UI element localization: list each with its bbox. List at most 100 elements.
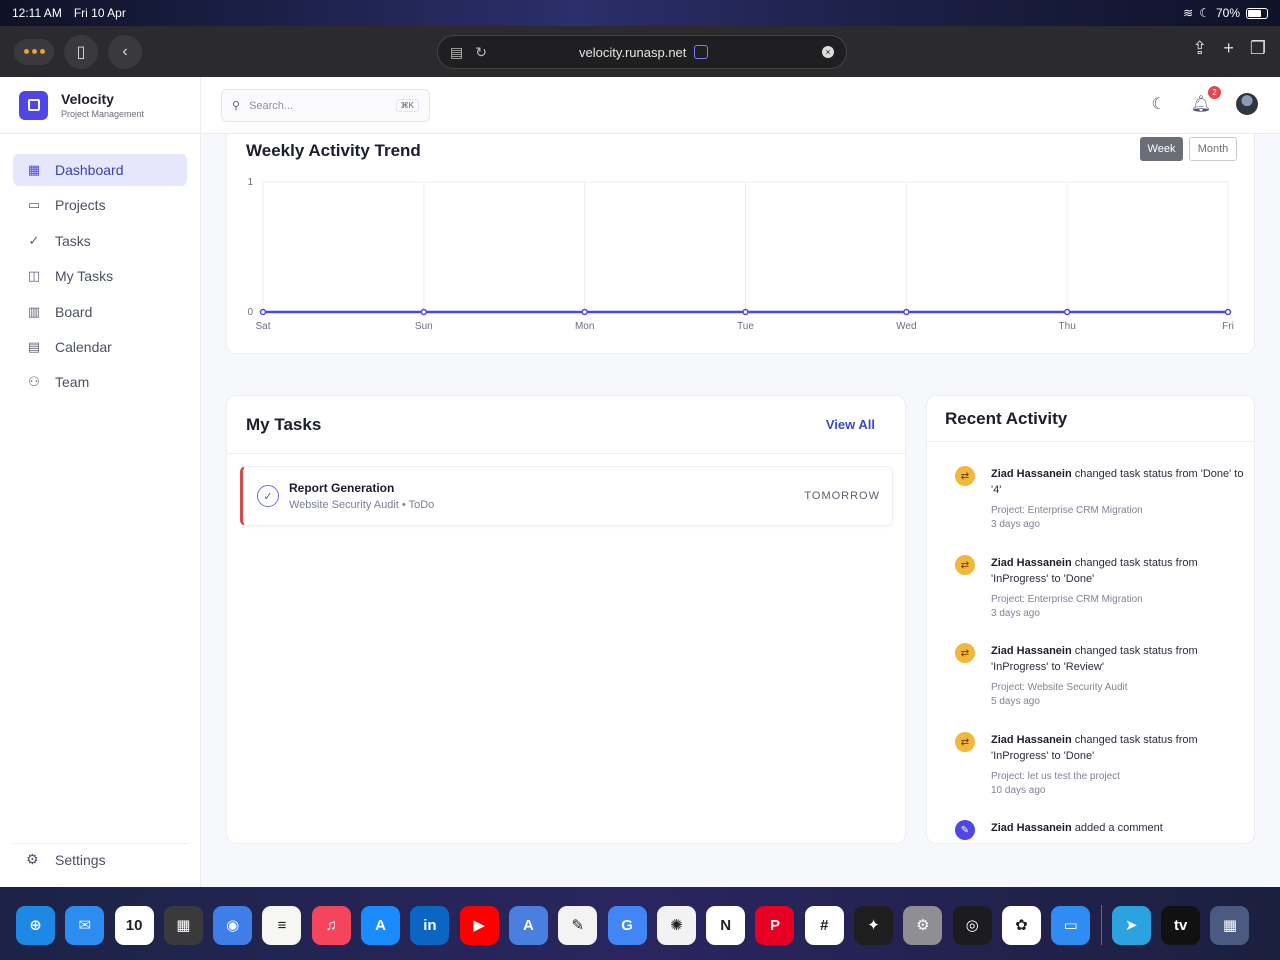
sidebar-item-label: Projects (55, 197, 106, 214)
y-tick-label: 1 (247, 177, 253, 188)
sidebar-item-tasks[interactable]: ✓ Tasks (13, 225, 187, 257)
search-shortcut: ⌘K (395, 99, 419, 112)
activity-project: Project: Enterprise CRM Migration (991, 505, 1143, 516)
data-point (742, 308, 749, 316)
app-name: Velocity (61, 91, 114, 107)
recent-activity-title: Recent Activity (927, 396, 1254, 442)
apple-tv-icon[interactable]: tv (1161, 905, 1201, 945)
reload-icon[interactable]: ↻ (475, 44, 487, 61)
dashboard-icon: ▦ (27, 162, 41, 177)
files-icon[interactable]: ▭ (1051, 905, 1091, 945)
database-icon[interactable]: ◉ (213, 905, 253, 945)
activity-item: ⇄ Ziad Hassanein changed task status fro… (955, 466, 1245, 532)
bell-icon[interactable]: 🔔︎ 2 (1191, 86, 1221, 114)
photos-icon[interactable]: ✿ (1001, 905, 1041, 945)
sidebar-item-projects[interactable]: ▭ Projects (13, 189, 187, 221)
settings-app-icon[interactable]: ⚙ (903, 905, 943, 945)
sidebar-item-team[interactable]: ⚇ Team (13, 366, 187, 398)
music-icon[interactable]: ♫ (311, 905, 351, 945)
my-tasks-card: My Tasks View All ✓ Report Generation We… (226, 395, 906, 844)
reader-icon[interactable] (694, 45, 709, 59)
sidebar-item-label: Dashboard (55, 162, 124, 178)
view-all-link[interactable]: View All (826, 417, 875, 432)
notes-icon[interactable]: ≡ (262, 905, 302, 945)
task-item[interactable]: ✓ Report Generation Website Security Aud… (240, 466, 893, 526)
app-subtitle: Project Management (61, 109, 145, 119)
back-icon[interactable]: ‹ (108, 34, 142, 69)
address-bar[interactable]: ▤ ↻ velocity.runasp.net × (437, 35, 847, 69)
sidebar-item-label: My Tasks (55, 268, 114, 285)
calendar-app-icon[interactable]: 10 (114, 905, 154, 945)
status-bar: 12:11 AM Fri 10 Apr ≋ ☾ 70% (0, 0, 1280, 26)
task-complete-checkbox[interactable]: ✓ (257, 485, 279, 507)
sidebar-item-label: Calendar (55, 338, 112, 355)
board-icon: ▥ (27, 303, 41, 319)
app-library-icon[interactable]: ▦ (1210, 905, 1250, 945)
user-task-icon: ◫ (27, 268, 41, 284)
activity-line-chart: Sat Sun Mon Tue Wed Thu Fri 0 1 (247, 177, 1234, 332)
activity-time: 3 days ago (991, 608, 1040, 619)
sidebar-toggle-icon[interactable]: ▯ (64, 34, 98, 69)
app-store-icon[interactable]: A (361, 905, 401, 945)
camera-icon[interactable]: ◎ (952, 905, 992, 945)
task-name: Report Generation (289, 481, 395, 495)
clear-url-icon[interactable]: × (822, 46, 834, 58)
share-icon[interactable]: ⇪ (1192, 38, 1207, 59)
my-tasks-title: My Tasks (246, 414, 322, 434)
status-date: Fri 10 Apr (73, 6, 126, 20)
sidebar-item-settings[interactable]: ⚙ Settings (13, 843, 188, 875)
tabs-icon[interactable]: ❐ (1250, 38, 1266, 59)
check-circle-icon: ✓ (28, 232, 40, 248)
google-translate-icon[interactable]: G (607, 905, 647, 945)
notion-icon[interactable]: N (706, 905, 746, 945)
task-due: TOMORROW (804, 490, 880, 502)
activity-project: Project: Enterprise CRM Migration (991, 594, 1143, 605)
search-input[interactable]: ⚲ Search... ⌘K (221, 89, 430, 122)
activity-time: 5 days ago (991, 696, 1040, 707)
weekly-activity-card: Weekly Activity Trend Week Month Sat Sun M… (226, 134, 1255, 354)
brand[interactable]: Velocity Project Management (0, 77, 200, 134)
sidebar-item-board[interactable]: ▥ Board (13, 296, 187, 328)
y-tick-label: 0 (247, 307, 253, 318)
translate-icon[interactable]: A (508, 905, 548, 945)
mail-icon[interactable]: ✉ (65, 905, 105, 945)
freeform-icon[interactable]: ✎ (558, 905, 598, 945)
activity-item: ✎ Ziad Hassanein added a comment (955, 820, 1245, 840)
velocity-logo-icon (19, 90, 48, 120)
sidebar-item-dashboard[interactable]: ▦ Dashboard (13, 154, 187, 186)
battery-icon (1246, 7, 1268, 19)
status-change-icon: ⇄ (955, 643, 975, 663)
new-tab-icon[interactable]: + (1223, 38, 1234, 59)
avatar[interactable] (1236, 93, 1258, 115)
calculator-icon[interactable]: ▦ (163, 905, 203, 945)
activity-text: added a comment (1074, 822, 1163, 834)
dock-separator (1100, 905, 1102, 945)
page-menu-icon[interactable]: ▤ (450, 44, 463, 61)
chatgpt-icon[interactable]: ✺ (656, 905, 696, 945)
comment-icon: ✎ (955, 820, 975, 840)
linkedin-icon[interactable]: in (410, 905, 450, 945)
team-icon: ⚇ (28, 374, 40, 390)
status-change-icon: ⇄ (955, 466, 975, 486)
search-placeholder: Search... (249, 99, 294, 112)
x-tick-label: Fri (1222, 321, 1234, 332)
wifi-icon: ≋ (1183, 6, 1194, 20)
activity-project: Project: Website Security Audit (991, 682, 1128, 693)
safari-icon[interactable]: ⊕ (16, 905, 55, 945)
pinterest-icon[interactable]: P (755, 905, 795, 945)
slack-icon[interactable]: # (804, 905, 844, 945)
sidebar-item-calendar[interactable]: ▤ Calendar (13, 331, 187, 363)
activity-item: ⇄ Ziad Hassanein changed task status fro… (955, 643, 1245, 709)
sidebar-item-my-tasks[interactable]: ◫ My Tasks (13, 260, 187, 292)
x-tick-label: Thu (1059, 321, 1076, 332)
window-menu-button[interactable] (14, 38, 54, 65)
recent-activity-card: Recent Activity ⇄ Ziad Hassanein changed… (926, 395, 1255, 844)
theme-toggle-icon[interactable]: ☾ (1151, 94, 1165, 114)
data-point (420, 308, 428, 316)
search-icon: ⚲ (232, 100, 241, 112)
telegram-icon[interactable]: ➤ (1111, 905, 1151, 945)
figma-icon[interactable]: ✦ (854, 905, 894, 945)
youtube-icon[interactable]: ▶ (459, 905, 499, 945)
activity-project: Project: let us test the project (991, 771, 1120, 782)
activity-item: ⇄ Ziad Hassanein changed task status fro… (955, 732, 1245, 798)
